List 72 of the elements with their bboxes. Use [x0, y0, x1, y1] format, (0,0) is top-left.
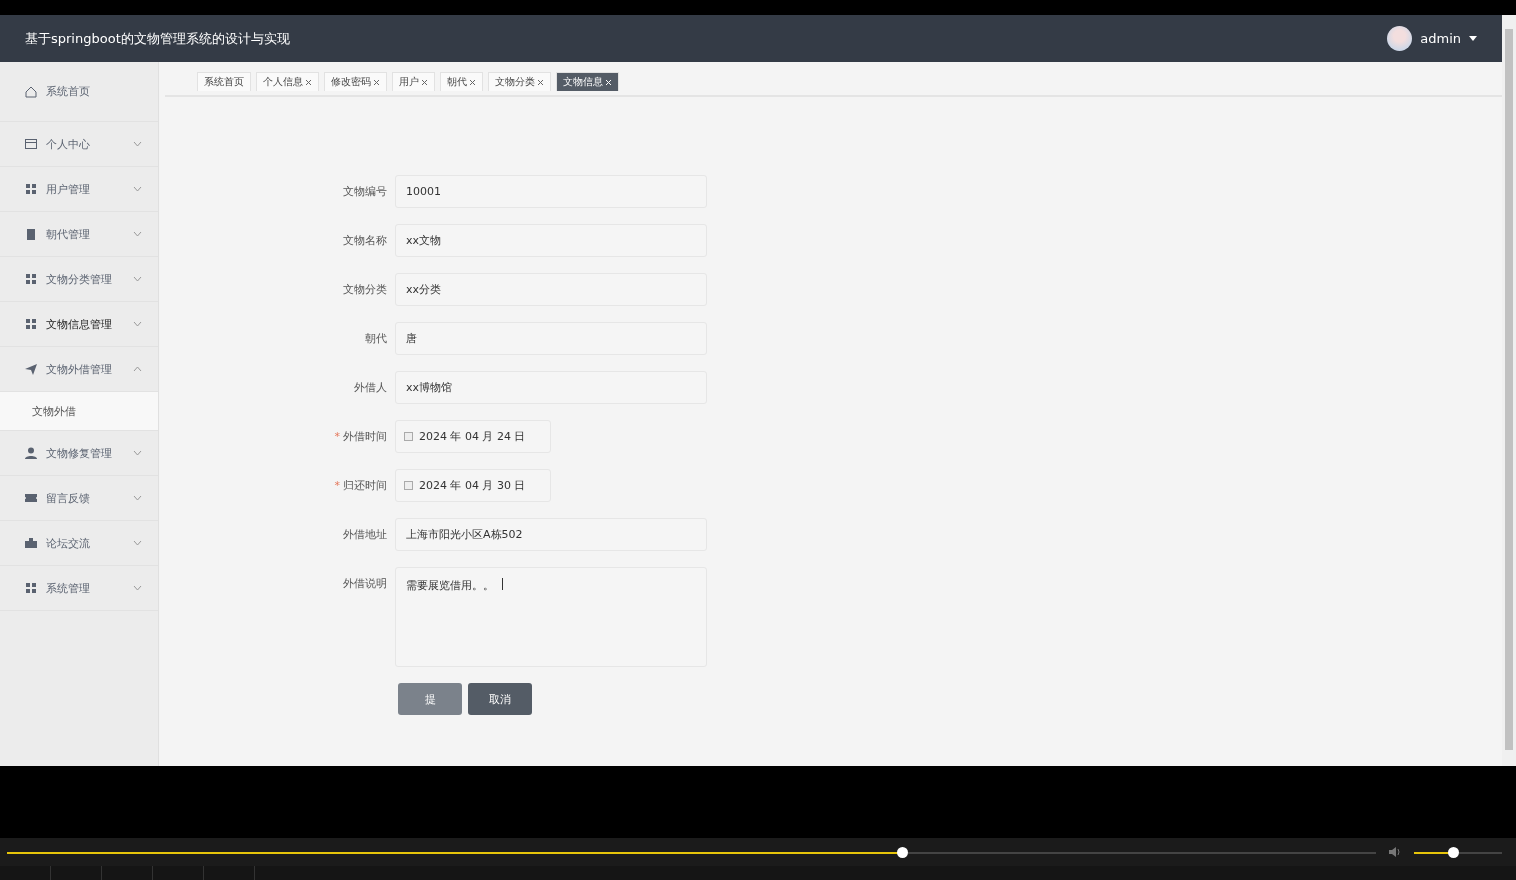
avatar[interactable]	[1387, 26, 1413, 51]
sidebar-item[interactable]: 朝代管理	[0, 212, 158, 257]
tab[interactable]: 文物信息	[556, 72, 619, 91]
tab[interactable]: 系统首页	[197, 72, 251, 91]
chevron-icon	[133, 495, 142, 501]
chevron-icon	[133, 540, 142, 546]
close-icon[interactable]	[469, 78, 476, 86]
scrollbar[interactable]	[1502, 15, 1516, 766]
user-icon	[24, 446, 38, 460]
field-label: 外借说明	[342, 576, 387, 591]
chevron-icon	[133, 450, 142, 456]
sidebar-item[interactable]: 文物信息管理	[0, 302, 158, 347]
tab[interactable]: 个人信息	[256, 72, 319, 91]
text-area[interactable]: 需要展览借用。。	[395, 567, 707, 667]
input-field[interactable]: 上海市阳光小区A栋502	[395, 518, 707, 551]
chevron-icon	[133, 276, 142, 282]
chevron-icon	[133, 141, 142, 147]
calendar-icon	[404, 432, 413, 441]
chevron-icon	[133, 321, 142, 327]
submit-button[interactable]: 提	[398, 683, 462, 715]
sidebar-item[interactable]: 文物分类管理	[0, 257, 158, 302]
chevron-icon	[133, 585, 142, 591]
close-icon[interactable]	[421, 78, 428, 86]
field-label: 文物编号	[342, 184, 387, 199]
clipboard-icon	[24, 227, 38, 241]
cancel-button[interactable]: 取消	[468, 683, 532, 715]
sidebar-item[interactable]: 文物修复管理	[0, 431, 158, 476]
grid-icon	[24, 317, 38, 331]
grid-icon	[24, 272, 38, 286]
ticket-icon	[24, 491, 38, 505]
grid-icon	[24, 581, 38, 595]
sidebar-subitem[interactable]: 文物外借	[0, 392, 158, 431]
field-label: 外借地址	[342, 527, 387, 542]
home-icon	[24, 84, 38, 99]
chevron-icon	[133, 366, 142, 372]
input-field[interactable]: xx文物	[395, 224, 707, 257]
field-label: 外借人	[353, 380, 387, 395]
caret-icon[interactable]	[1469, 36, 1477, 41]
sidebar-item[interactable]: 留言反馈	[0, 476, 158, 521]
sidebar-item[interactable]: 用户管理	[0, 167, 158, 212]
input-field[interactable]: xx分类	[395, 273, 707, 306]
input-field[interactable]: 唐	[395, 322, 707, 355]
chevron-icon	[133, 186, 142, 192]
calendar-icon	[404, 481, 413, 490]
tab[interactable]: 用户	[392, 72, 435, 91]
user-name[interactable]: admin	[1420, 31, 1461, 46]
close-icon[interactable]	[373, 78, 380, 86]
input-field[interactable]: 10001	[395, 175, 707, 208]
sidebar-item[interactable]: 个人中心	[0, 122, 158, 167]
tab[interactable]: 文物分类	[488, 72, 551, 91]
close-icon[interactable]	[537, 78, 544, 86]
plane-icon	[24, 362, 38, 376]
input-field[interactable]: xx博物馆	[395, 371, 707, 404]
close-icon[interactable]	[305, 78, 312, 86]
card-icon	[24, 137, 38, 151]
field-label: 文物分类	[342, 282, 387, 297]
sidebar-item[interactable]: 系统管理	[0, 566, 158, 611]
grid-icon	[24, 182, 38, 196]
app-title: 基于springboot的文物管理系统的设计与实现	[25, 29, 290, 48]
tab[interactable]: 朝代	[440, 72, 483, 91]
sidebar-item[interactable]: 论坛交流	[0, 521, 158, 566]
chevron-icon	[133, 231, 142, 237]
sidebar-item[interactable]: 系统首页	[0, 62, 158, 122]
briefcase-icon	[24, 536, 38, 550]
field-label: * 外借时间	[333, 429, 387, 444]
field-label: 文物名称	[342, 233, 387, 248]
volume-icon[interactable]	[1388, 846, 1402, 858]
field-label: 朝代	[364, 331, 387, 346]
date-field[interactable]: 2024 年 04 月 24 日	[395, 420, 551, 453]
tab[interactable]: 修改密码	[324, 72, 387, 91]
field-label: * 归还时间	[333, 478, 387, 493]
date-field[interactable]: 2024 年 04 月 30 日	[395, 469, 551, 502]
